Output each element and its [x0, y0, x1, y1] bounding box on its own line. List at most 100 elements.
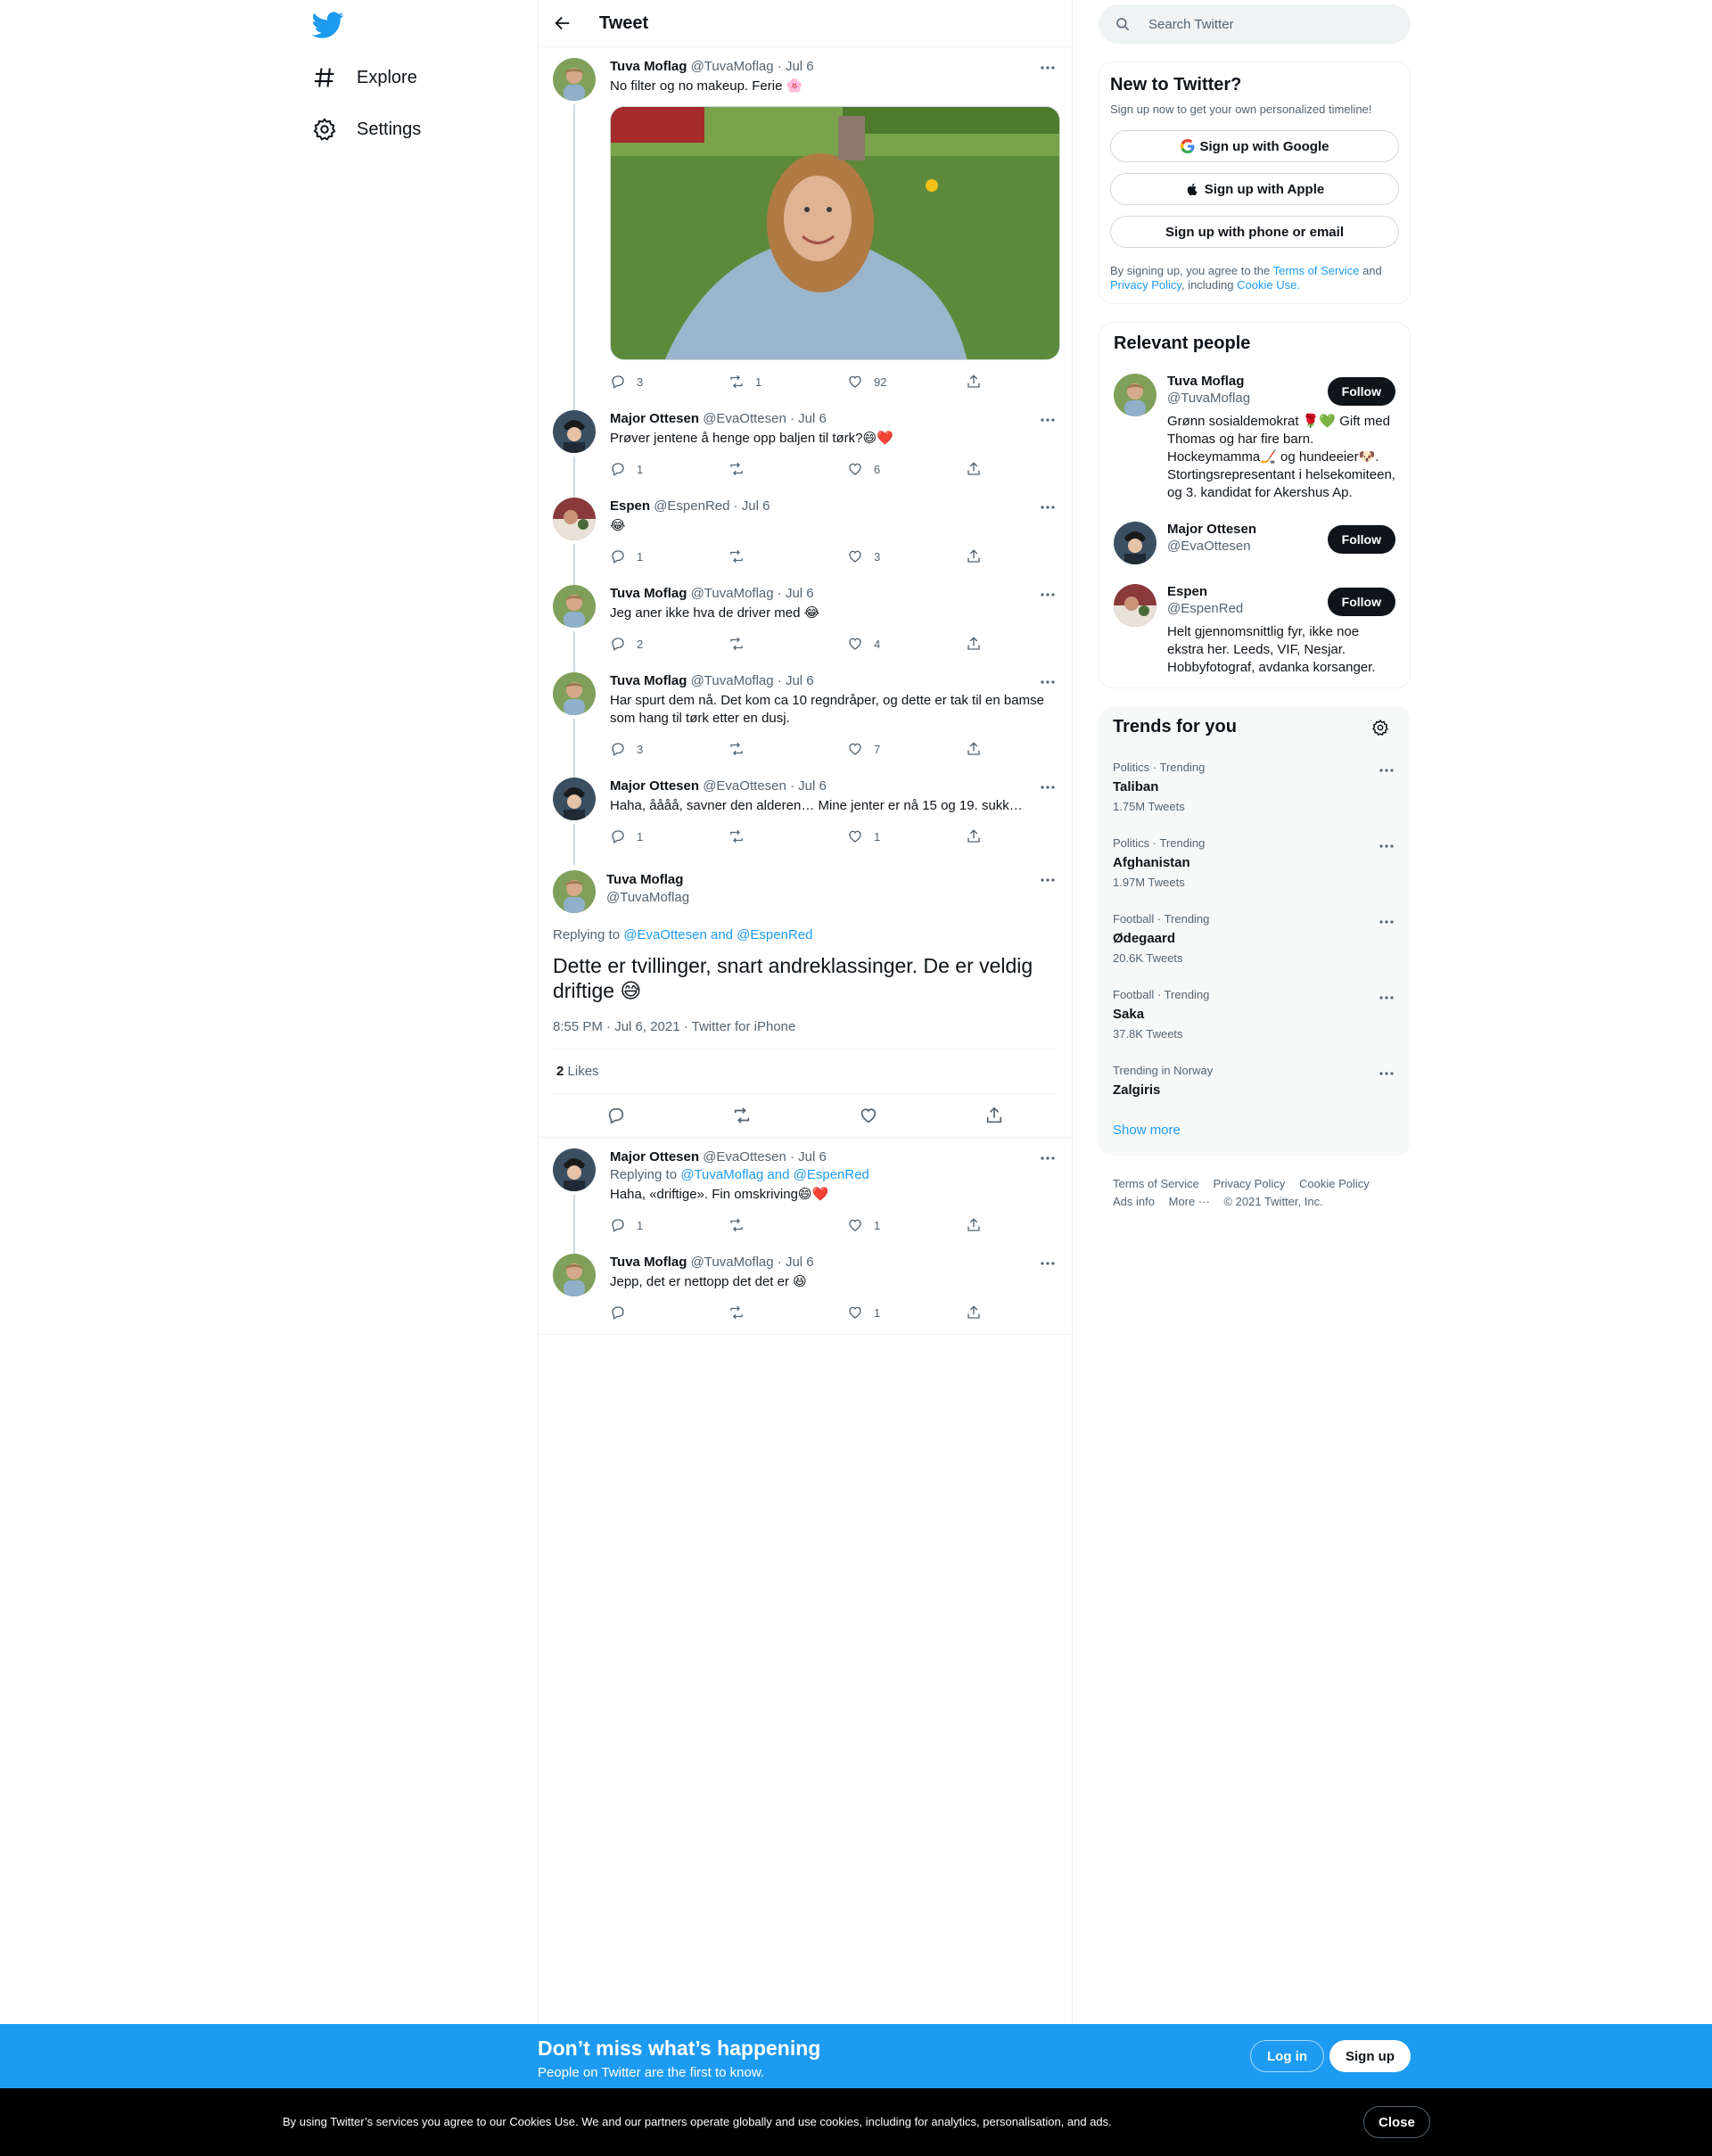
trend-item[interactable]: Trending in Norway Zalgiris — [1113, 1064, 1396, 1098]
author-handle[interactable]: @EvaOttesen — [703, 778, 786, 794]
author-handle[interactable]: @EvaOttesen — [703, 411, 786, 426]
avatar[interactable] — [553, 585, 596, 628]
tweet[interactable]: Espen @EspenRed · Jul 6 😂 1 3 — [539, 487, 1072, 585]
retweet-button[interactable] — [728, 828, 847, 844]
tweet[interactable]: Tuva Moflag @TuvaMoflag · Jul 6 Har spur… — [539, 662, 1072, 778]
share-icon[interactable] — [984, 1106, 1004, 1125]
retweet-icon[interactable] — [732, 1106, 752, 1125]
author-name[interactable]: Major Ottesen — [610, 411, 699, 426]
tweet-date[interactable]: · Jul 6 — [790, 411, 827, 426]
share-button[interactable] — [966, 741, 1001, 757]
more-icon[interactable] — [1377, 914, 1396, 930]
like-button[interactable]: 1 — [847, 1217, 966, 1233]
retweet-button[interactable] — [728, 1217, 847, 1233]
tweet-date[interactable]: · Jul 6 — [778, 673, 814, 688]
trend-item[interactable]: Football · Trending Ødegaard 20.6K Tweet… — [1113, 912, 1396, 965]
follow-button[interactable]: Follow — [1327, 588, 1395, 616]
avatar[interactable] — [553, 672, 596, 715]
avatar[interactable] — [1114, 584, 1156, 627]
author-handle[interactable]: @TuvaMoflag — [691, 1255, 774, 1270]
nav-explore[interactable]: Explore — [312, 60, 417, 95]
tweet-date[interactable]: · Jul 6 — [778, 1255, 814, 1270]
tweet-photo[interactable] — [610, 106, 1060, 360]
like-button[interactable]: 3 — [847, 548, 966, 564]
cookie-close-button[interactable]: Close — [1363, 2106, 1430, 2138]
share-button[interactable] — [966, 374, 1001, 390]
avatar[interactable] — [1114, 374, 1156, 416]
more-icon[interactable] — [1038, 412, 1058, 428]
author-handle[interactable]: @EvaOttesen — [703, 1149, 786, 1164]
author-name[interactable]: Major Ottesen — [610, 778, 699, 794]
tweet-date[interactable]: · Jul 6 — [790, 778, 827, 794]
signup-phone-button[interactable]: Sign up with phone or email — [1110, 216, 1399, 248]
like-button[interactable]: 4 — [847, 636, 966, 652]
author-handle[interactable]: @EspenRed — [654, 498, 729, 514]
signup-google-button[interactable]: Sign up with Google — [1110, 130, 1399, 162]
follow-button[interactable]: Follow — [1327, 525, 1395, 554]
share-button[interactable] — [966, 548, 1001, 564]
avatar[interactable] — [553, 498, 596, 540]
signup-button[interactable]: Sign up — [1329, 2040, 1411, 2072]
tweet[interactable]: Tuva Moflag @TuvaMoflag · Jul 6 Jepp, de… — [539, 1243, 1072, 1330]
share-button[interactable] — [966, 1304, 1001, 1321]
tweet-date[interactable]: · Jul 6 — [778, 586, 814, 601]
footer-privacy-link[interactable]: Privacy Policy — [1213, 1177, 1285, 1190]
retweet-button[interactable]: 1 — [728, 374, 847, 390]
more-icon[interactable] — [1038, 1255, 1058, 1271]
retweet-button[interactable] — [728, 548, 847, 564]
retweet-button[interactable] — [728, 636, 847, 652]
avatar[interactable] — [553, 58, 596, 101]
retweet-button[interactable] — [728, 741, 847, 757]
show-more-link[interactable]: Show more — [1113, 1123, 1396, 1145]
author-name[interactable]: Tuva Moflag — [610, 586, 687, 601]
search-input[interactable]: Search Twitter — [1099, 4, 1411, 44]
privacy-policy-link[interactable]: Privacy Policy — [1110, 278, 1181, 292]
tweet[interactable]: Tuva Moflag @TuvaMoflag · Jul 6 No filte… — [539, 47, 1072, 410]
back-arrow-icon[interactable] — [553, 13, 572, 33]
likes-summary[interactable]: 2 Likes — [553, 1049, 1058, 1094]
reply-button[interactable]: 2 — [610, 636, 728, 652]
more-icon[interactable] — [1038, 779, 1058, 795]
tweet[interactable]: Tuva Moflag @TuvaMoflag · Jul 6 Jeg aner… — [539, 574, 1072, 672]
more-icon[interactable] — [1038, 499, 1058, 515]
reply-button[interactable]: 1 — [610, 461, 728, 477]
avatar[interactable] — [553, 1148, 596, 1191]
author-handle[interactable]: @TuvaMoflag — [691, 586, 774, 601]
cookie-use-link[interactable]: Cookie Use. — [1237, 278, 1300, 292]
trend-item[interactable]: Politics · Trending Taliban 1.75M Tweets — [1113, 761, 1396, 813]
avatar[interactable] — [553, 410, 596, 453]
relevant-person[interactable]: Espen @EspenRed Helt gjennomsnittlig fyr… — [1114, 584, 1395, 677]
replying-to-link[interactable]: @TuvaMoflag and @EspenRed — [680, 1167, 869, 1182]
author-handle[interactable]: @TuvaMoflag — [606, 890, 689, 905]
tweet[interactable]: Major Ottesen @EvaOttesen · Jul 6 Prøver… — [539, 399, 1072, 498]
tweet-date[interactable]: · Jul 6 — [734, 498, 770, 514]
twitter-logo-icon[interactable] — [312, 9, 344, 41]
more-icon[interactable] — [1377, 990, 1396, 1006]
terms-of-service-link[interactable]: Terms of Service — [1273, 264, 1360, 277]
like-button[interactable]: 1 — [847, 1304, 966, 1321]
avatar[interactable] — [553, 1254, 596, 1296]
avatar[interactable] — [1114, 522, 1156, 564]
more-icon[interactable] — [1038, 872, 1058, 888]
author-name[interactable]: Major Ottesen — [610, 1149, 699, 1164]
trend-item[interactable]: Football · Trending Saka 37.8K Tweets — [1113, 988, 1396, 1041]
more-icon[interactable] — [1038, 587, 1058, 603]
relevant-person[interactable]: Major Ottesen @EvaOttesen Follow — [1114, 522, 1395, 564]
author-name[interactable]: Tuva Moflag — [610, 1255, 687, 1270]
author-handle[interactable]: @TuvaMoflag — [691, 673, 774, 688]
footer-ads-link[interactable]: Ads info — [1113, 1195, 1155, 1208]
footer-cookie-link[interactable]: Cookie Policy — [1299, 1177, 1370, 1190]
retweet-button[interactable] — [728, 1304, 847, 1321]
reply-button[interactable]: 1 — [610, 828, 728, 844]
share-button[interactable] — [966, 828, 1001, 844]
tweet[interactable]: Major Ottesen @EvaOttesen · Jul 6 Replyi… — [539, 1138, 1072, 1254]
signup-apple-button[interactable]: Sign up with Apple — [1110, 173, 1399, 205]
more-icon[interactable] — [1377, 762, 1396, 778]
gear-icon[interactable] — [1371, 719, 1389, 736]
like-button[interactable]: 1 — [847, 828, 966, 844]
author-name[interactable]: Tuva Moflag — [606, 872, 683, 887]
login-button[interactable]: Log in — [1250, 2040, 1324, 2072]
reply-button[interactable]: 1 — [610, 1217, 728, 1233]
more-icon[interactable] — [1377, 1066, 1396, 1082]
author-handle[interactable]: @TuvaMoflag — [691, 59, 774, 74]
